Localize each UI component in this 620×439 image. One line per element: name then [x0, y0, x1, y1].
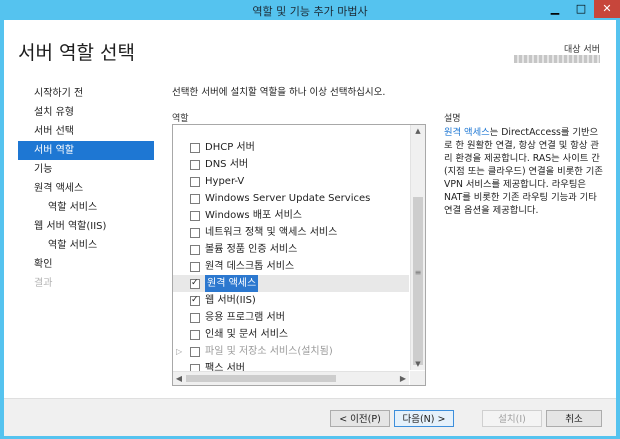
close-button[interactable]: ✕: [594, 0, 620, 18]
nav-item-server-roles[interactable]: 서버 역할: [18, 141, 154, 160]
scroll-down-arrow-icon[interactable]: ▼: [411, 358, 425, 370]
window-frame-right: [616, 20, 620, 439]
role-checkbox[interactable]: [190, 347, 200, 357]
description-link[interactable]: 원격 액세스: [444, 127, 490, 138]
page-title: 서버 역할 선택: [18, 42, 135, 64]
role-item[interactable]: 인쇄 및 문서 서비스: [173, 326, 409, 343]
role-label: 네트워크 정책 및 액세스 서비스: [205, 227, 338, 238]
role-item[interactable]: 볼륨 정품 인증 서비스: [173, 241, 409, 258]
role-label: 인쇄 및 문서 서비스: [205, 329, 289, 340]
destination-server-name-blurred: [514, 55, 600, 63]
nav-item-server-selection[interactable]: 서버 선택: [18, 122, 154, 141]
nav-item-remote-access[interactable]: 원격 액세스: [18, 179, 154, 198]
description-text: 원격 액세스는 DirectAccess를 기반으로 한 원활한 연결, 항상 …: [444, 126, 604, 217]
description-body: 는 DirectAccess를 기반으로 한 원활한 연결, 항상 연결 및 항…: [444, 127, 603, 216]
horizontal-scroll-thumb[interactable]: [186, 375, 336, 382]
role-checkbox[interactable]: [190, 228, 200, 238]
previous-button[interactable]: < 이전(P): [330, 410, 390, 427]
role-item[interactable]: 원격 데스크톱 서비스: [173, 258, 409, 275]
role-checkbox[interactable]: [190, 262, 200, 272]
nav-item-remote-access-role-services[interactable]: 역할 서비스: [18, 198, 154, 217]
role-checkbox[interactable]: [190, 160, 200, 170]
role-label: Windows Server Update Services: [205, 193, 371, 204]
role-checkbox[interactable]: [190, 313, 200, 323]
nav-item-before-you-begin[interactable]: 시작하기 전: [18, 84, 154, 103]
scroll-grip-icon: ≡: [414, 268, 422, 277]
role-label: DHCP 서버: [205, 142, 255, 153]
title-bar: 역할 및 기능 추가 마법사 ▁ □ ✕: [0, 0, 620, 20]
role-checkbox[interactable]: [190, 177, 200, 187]
role-label: 파일 및 저장소 서비스(설치됨): [205, 346, 333, 357]
role-item[interactable]: Windows Server Update Services: [173, 190, 409, 207]
role-label: 응용 프로그램 서버: [205, 312, 285, 323]
role-item[interactable]: 원격 액세스: [173, 275, 409, 292]
role-item[interactable]: Hyper-V: [173, 173, 409, 190]
role-checkbox[interactable]: [190, 330, 200, 340]
role-label: Hyper-V: [205, 176, 245, 187]
scrollbar-corner: [410, 371, 425, 385]
window-title: 역할 및 기능 추가 마법사: [252, 5, 368, 18]
nav-item-confirmation[interactable]: 확인: [18, 255, 154, 274]
role-item[interactable]: 응용 프로그램 서버: [173, 309, 409, 326]
instruction-text: 선택한 서버에 설치할 역할을 하나 이상 선택하십시오.: [172, 87, 386, 98]
expand-arrow-icon[interactable]: ▷: [176, 343, 182, 360]
wizard-nav: 시작하기 전 설치 유형 서버 선택 서버 역할 기능 원격 액세스 역할 서비…: [18, 84, 154, 293]
role-label: Windows 배포 서비스: [205, 210, 302, 221]
install-button: 설치(I): [482, 410, 542, 427]
role-item[interactable]: ▷ 파일 및 저장소 서비스(설치됨): [173, 343, 409, 360]
role-item[interactable]: 웹 서버(IIS): [173, 292, 409, 309]
role-item[interactable]: Windows 배포 서비스: [173, 207, 409, 224]
role-checkbox[interactable]: [190, 194, 200, 204]
role-label: 원격 데스크톱 서비스: [205, 261, 295, 272]
horizontal-scrollbar[interactable]: ◀ ▶: [173, 371, 409, 385]
nav-item-web-server-role-services[interactable]: 역할 서비스: [18, 236, 154, 255]
role-checkbox[interactable]: [190, 275, 200, 292]
next-button[interactable]: 다음(N) >: [394, 410, 454, 427]
nav-item-web-server-role[interactable]: 웹 서버 역할(IIS): [18, 217, 154, 236]
scroll-left-arrow-icon[interactable]: ◀: [173, 372, 185, 385]
nav-item-features[interactable]: 기능: [18, 160, 154, 179]
scroll-up-arrow-icon[interactable]: ▲: [411, 125, 425, 137]
description-label: 설명: [444, 114, 461, 124]
role-checkbox[interactable]: [190, 143, 200, 153]
maximize-button[interactable]: □: [568, 0, 594, 18]
destination-server-label: 대상 서버: [564, 45, 600, 55]
role-checkbox[interactable]: [190, 292, 200, 309]
vertical-scrollbar[interactable]: ▲ ≡ ▼: [410, 125, 425, 370]
minimize-button[interactable]: ▁: [542, 0, 568, 18]
role-checkbox[interactable]: [190, 245, 200, 255]
scroll-right-arrow-icon[interactable]: ▶: [397, 372, 409, 385]
role-item[interactable]: 네트워크 정책 및 액세스 서비스: [173, 224, 409, 241]
role-checkbox[interactable]: [190, 211, 200, 221]
window-frame-left: [0, 20, 4, 439]
cancel-button[interactable]: 취소: [546, 410, 602, 427]
roles-label: 역할: [172, 114, 189, 124]
role-item[interactable]: DHCP 서버: [173, 139, 409, 156]
vertical-scroll-thumb[interactable]: [413, 197, 423, 365]
nav-item-installation-type[interactable]: 설치 유형: [18, 103, 154, 122]
role-label: DNS 서버: [205, 159, 249, 170]
role-label: 볼륨 정품 인증 서비스: [205, 244, 298, 255]
role-item[interactable]: DNS 서버: [173, 156, 409, 173]
role-label: 웹 서버(IIS): [205, 295, 256, 306]
nav-item-results: 결과: [34, 278, 53, 289]
role-label: 원격 액세스: [205, 275, 259, 292]
roles-listbox[interactable]: DHCP 서버 DNS 서버 Hyper-V Windows Server Updat…: [172, 124, 426, 386]
